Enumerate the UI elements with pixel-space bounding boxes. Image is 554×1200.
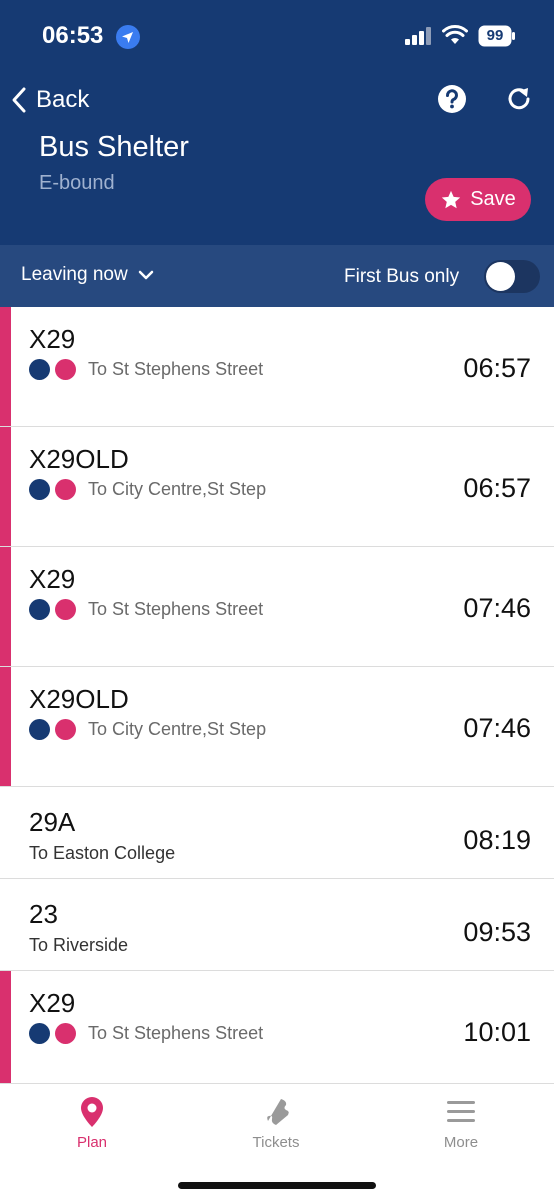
- route-number: X29: [29, 564, 76, 594]
- departure-time: 06:57: [463, 353, 531, 383]
- home-indicator: [178, 1182, 376, 1189]
- save-button[interactable]: Save: [425, 178, 531, 221]
- route-number: X29: [29, 988, 76, 1018]
- destination-line: To St Stephens Street: [29, 359, 263, 380]
- first-bus-accent: [0, 971, 11, 1090]
- filter-bar: Leaving now First Bus only: [0, 245, 554, 307]
- header: 06:53 99 Back Bus Shelter E-bound Save: [0, 0, 554, 245]
- battery-icon: 99: [478, 25, 516, 47]
- departure-row[interactable]: X29 To St Stephens Street 07:46: [0, 547, 554, 667]
- destination: To St Stephens Street: [88, 359, 264, 379]
- destination-line: To City Centre,St Step: [29, 479, 266, 500]
- ticket-badge-icon: [29, 599, 50, 620]
- ticket-badge-icon: [29, 1023, 50, 1044]
- nav-bar: Back: [0, 72, 554, 128]
- route-number: 23: [29, 899, 58, 929]
- menu-icon: [447, 1101, 475, 1122]
- stop-direction: E-bound: [39, 172, 115, 194]
- destination: To City Centre,St Step: [88, 479, 267, 499]
- first-bus-logo-icon: [55, 479, 76, 500]
- departure-row[interactable]: 29A To Easton College 08:19: [0, 787, 554, 879]
- first-bus-accent: [0, 667, 11, 786]
- first-bus-only-label: First Bus only: [344, 266, 460, 287]
- tab-tickets[interactable]: Tickets: [216, 1096, 336, 1151]
- tab-more[interactable]: More: [401, 1096, 521, 1151]
- destination-line: To St Stephens Street: [29, 1023, 263, 1044]
- destination: To Easton College: [29, 843, 176, 863]
- leaving-label: Leaving now: [21, 264, 128, 285]
- departure-row[interactable]: X29 To St Stephens Street 06:57: [0, 307, 554, 427]
- route-number: 29A: [29, 807, 76, 837]
- departure-row[interactable]: X29OLD To City Centre,St Step 06:57: [0, 427, 554, 547]
- ticket-badge-icon: [29, 479, 50, 500]
- first-bus-logo-icon: [55, 1023, 76, 1044]
- departure-time: 09:53: [463, 917, 531, 947]
- tab-label: Tickets: [252, 1134, 300, 1151]
- wifi-icon: [442, 25, 468, 44]
- first-bus-logo-icon: [55, 359, 76, 380]
- map-pin-icon: [81, 1097, 103, 1127]
- destination-line: To St Stephens Street: [29, 599, 263, 620]
- back-label: Back: [36, 86, 90, 113]
- departure-row[interactable]: X29 To St Stephens Street 10:01: [0, 971, 554, 1091]
- destination-line: To City Centre,St Step: [29, 719, 266, 740]
- refresh-icon[interactable]: [504, 84, 534, 114]
- battery-level: 99: [486, 27, 504, 44]
- departure-row[interactable]: 23 To Riverside 09:53: [0, 879, 554, 971]
- first-bus-only-toggle[interactable]: [484, 260, 540, 293]
- toggle-knob: [486, 262, 515, 291]
- departure-row[interactable]: X29OLD To City Centre,St Step 07:46: [0, 667, 554, 787]
- location-arrow-icon: [116, 25, 140, 49]
- first-bus-accent: [0, 427, 11, 546]
- cellular-signal-icon: [405, 27, 431, 45]
- status-time: 06:53: [42, 22, 104, 49]
- first-bus-accent: [0, 547, 11, 666]
- destination: To St Stephens Street: [88, 599, 264, 619]
- leaving-time-selector[interactable]: Leaving now: [21, 264, 154, 286]
- first-bus-logo-icon: [55, 599, 76, 620]
- route-number: X29: [29, 324, 76, 354]
- status-bar: 06:53 99: [0, 0, 554, 72]
- stop-title: Bus Shelter: [39, 131, 189, 163]
- departure-time: 07:46: [463, 713, 531, 743]
- ticket-badge-icon: [29, 719, 50, 740]
- departure-time: 08:19: [463, 825, 531, 855]
- destination-line: To Riverside: [29, 935, 128, 956]
- destination: To Riverside: [29, 935, 129, 955]
- tab-plan[interactable]: Plan: [32, 1096, 152, 1151]
- departure-list: X29 To St Stephens Street 06:57 X29OLD T…: [0, 307, 554, 1091]
- departure-time: 10:01: [463, 1017, 531, 1047]
- destination-line: To Easton College: [29, 843, 175, 864]
- help-icon[interactable]: [437, 84, 467, 114]
- first-bus-accent: [0, 307, 11, 426]
- first-bus-logo-icon: [55, 719, 76, 740]
- tab-label: Plan: [76, 1134, 108, 1151]
- destination: To St Stephens Street: [88, 1023, 264, 1043]
- back-button[interactable]: Back: [10, 82, 89, 118]
- departure-time: 07:46: [463, 593, 531, 623]
- destination: To City Centre,St Step: [88, 719, 267, 739]
- save-label: Save: [470, 188, 516, 210]
- route-number: X29OLD: [29, 444, 129, 474]
- ticket-badge-icon: [29, 359, 50, 380]
- chevron-down-icon: [138, 270, 153, 280]
- tab-label: More: [443, 1134, 479, 1151]
- route-number: X29OLD: [29, 684, 129, 714]
- ticket-icon: [267, 1099, 289, 1125]
- departure-time: 06:57: [463, 473, 531, 503]
- chevron-left-icon: [12, 87, 26, 113]
- star-icon: [442, 190, 461, 208]
